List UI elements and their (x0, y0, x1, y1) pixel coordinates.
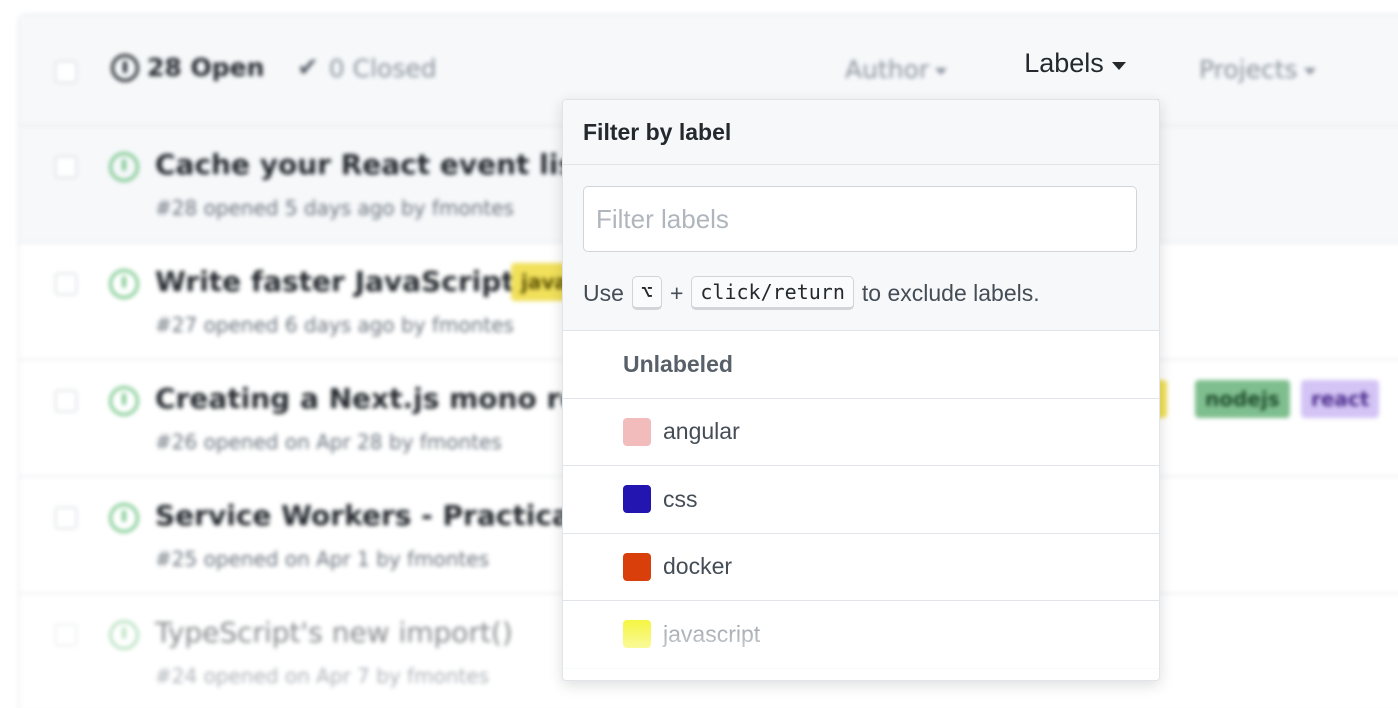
labels-filter-button[interactable]: Labels (991, 48, 1159, 100)
closed-issues-toggle[interactable]: ✔ 0 Closed (297, 53, 437, 83)
issue-meta: #28 opened 5 days ago by fmontes (155, 196, 514, 220)
label-option-css[interactable]: css (563, 466, 1159, 534)
label-option-name: Unlabeled (623, 350, 733, 377)
open-issues-toggle[interactable]: 28 Open (111, 53, 264, 82)
label-filter-dropdown: Filter by label Use ⌥ + click/return to … (562, 99, 1160, 681)
chevron-down-icon (1111, 62, 1126, 70)
issue-title[interactable]: Service Workers - Practica (155, 499, 571, 532)
issue-checkbox[interactable] (55, 273, 77, 295)
labels-filter-label: Labels (1024, 48, 1104, 78)
issue-title[interactable]: Cache your React event lis (155, 148, 575, 181)
hint-prefix: Use (583, 279, 624, 306)
label-filter-section: Use ⌥ + click/return to exclude labels. (563, 165, 1159, 331)
issue-meta: #26 opened on Apr 28 by fmontes (155, 430, 502, 454)
author-filter-label: Author (845, 55, 930, 84)
label-color-swatch (623, 552, 651, 581)
alt-key: ⌥ (631, 276, 662, 310)
hint-plus: + (669, 279, 684, 306)
click-return-key: click/return (691, 276, 854, 310)
projects-filter[interactable]: Projects (1199, 55, 1316, 84)
issue-opened-icon (109, 152, 139, 182)
dropdown-title: Filter by label (563, 100, 1159, 165)
chevron-down-icon (935, 67, 948, 75)
issue-checkbox[interactable] (55, 624, 77, 646)
label-option-name: css (663, 485, 698, 512)
issue-meta: #27 opened 6 days ago by fmontes (155, 313, 514, 337)
label-option-name: docker (663, 553, 733, 580)
issue-checkbox[interactable] (55, 390, 77, 412)
issue-title[interactable]: Creating a Next.js mono re (155, 382, 579, 415)
author-filter[interactable]: Author (845, 55, 948, 84)
issue-checkbox[interactable] (55, 156, 77, 178)
issue-opened-icon (109, 386, 139, 416)
issue-meta: #24 opened on Apr 7 by fmontes (155, 664, 490, 688)
issue-opened-icon (109, 620, 139, 650)
issue-opened-icon (109, 503, 139, 533)
label-option-unlabeled[interactable]: Unlabeled (563, 331, 1159, 399)
label-color-swatch (623, 417, 651, 446)
label-option-angular[interactable]: angular (563, 399, 1159, 466)
label-option-name: javascript (663, 620, 761, 647)
closed-count: 0 Closed (328, 53, 437, 83)
check-icon: ✔ (297, 53, 319, 83)
issue-opened-icon (109, 269, 139, 299)
label-option-name: angular (663, 418, 740, 445)
select-all-checkbox[interactable] (55, 61, 77, 83)
exclude-hint: Use ⌥ + click/return to exclude labels. (583, 276, 1139, 310)
issue-title[interactable]: TypeScript's new import() (155, 616, 513, 649)
hint-suffix: to exclude labels. (861, 279, 1040, 306)
issue-meta: #25 opened on Apr 1 by fmontes (155, 547, 490, 571)
label-tag-nodejs[interactable]: nodejs (1195, 380, 1290, 418)
open-count: 28 Open (147, 53, 265, 82)
label-tag-react[interactable]: react (1301, 380, 1380, 418)
issues-page: 28 Open ✔ 0 Closed Author Projects Cache… (0, 0, 1398, 708)
label-color-swatch (623, 620, 651, 649)
issue-checkbox[interactable] (55, 507, 77, 529)
issue-opened-icon (111, 53, 139, 82)
label-option-javascript[interactable]: javascript (563, 601, 1159, 669)
projects-filter-label: Projects (1199, 55, 1298, 84)
label-color-swatch (623, 485, 651, 514)
chevron-down-icon (1303, 67, 1316, 75)
label-option-docker[interactable]: docker (563, 534, 1159, 601)
filter-labels-input[interactable] (583, 186, 1137, 252)
issue-title[interactable]: Write faster JavaScript (155, 265, 515, 298)
